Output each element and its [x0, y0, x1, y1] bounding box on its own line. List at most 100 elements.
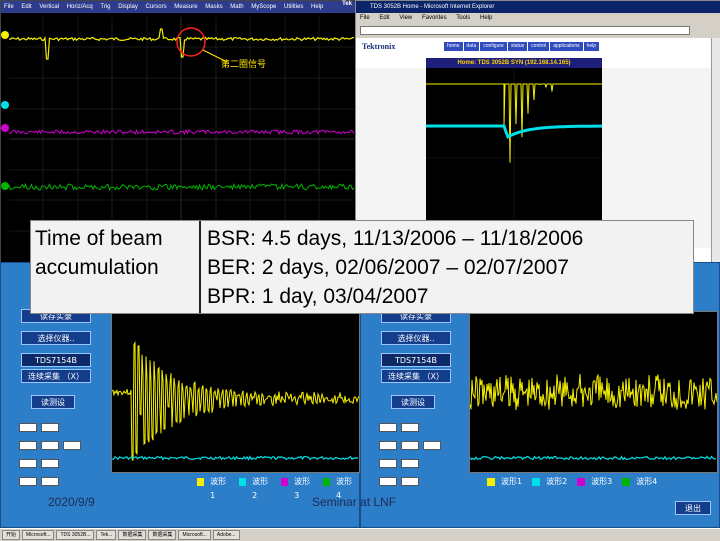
- daq-right-measure-button[interactable]: 读测设: [391, 395, 435, 409]
- daq-right-legend-wave3[interactable]: 波形3: [587, 475, 616, 489]
- taskbar-start-button[interactable]: 开始: [2, 530, 21, 540]
- slide-footer-text: Seminar at LNF: [312, 495, 397, 509]
- browser-title-bar: TDS 3052B Home - Microsoft Internet Expl…: [356, 1, 720, 13]
- overlay-right-rows: BSR: 4.5 days, 11/13/2006 – 11/18/2006 B…: [207, 224, 583, 311]
- daq-left-select-instrument-button[interactable]: 选择仪器..: [21, 331, 91, 345]
- daq-right-instrument-label: TDS7154B: [381, 353, 451, 367]
- ch1-marker-icon[interactable]: [1, 31, 9, 39]
- legend-swatch-icon: [281, 478, 289, 486]
- scope-menu-edit[interactable]: Edit: [21, 4, 31, 10]
- daq-left-legend: 波形1 波形2 波形3 波形4: [191, 475, 359, 500]
- scope-menu-display[interactable]: Display: [118, 4, 138, 10]
- slide-footer-date: 2020/9/9: [48, 495, 95, 509]
- scope-menu-cursors[interactable]: Cursors: [146, 4, 167, 10]
- legend-swatch-icon: [622, 478, 631, 486]
- ch3-marker-icon[interactable]: [1, 124, 9, 132]
- scope-menu-math[interactable]: Math: [230, 4, 243, 10]
- browser-address-field[interactable]: [360, 26, 690, 35]
- taskbar-item[interactable]: 数据采集: [118, 530, 147, 540]
- daq-left-cfg-row[interactable]: [19, 423, 59, 432]
- beam-accumulation-box: Time of beam accumulation BSR: 4.5 days,…: [30, 220, 694, 314]
- scope-menu-masks[interactable]: Masks: [205, 4, 222, 10]
- taskbar-item[interactable]: Adobe...: [212, 530, 240, 540]
- browser-menu-edit[interactable]: Edit: [379, 15, 389, 21]
- ch3-magenta-trace: [9, 128, 354, 136]
- browser-scrollbar[interactable]: [711, 38, 720, 263]
- legend-swatch-icon: [577, 478, 586, 486]
- tek-nav-status[interactable]: status: [507, 42, 528, 51]
- scope-menu-utilities[interactable]: Utilities: [284, 4, 303, 10]
- daq-right-legend: 波形1 波形2 波形3 波形4: [481, 475, 661, 489]
- daq-right-cfg-row[interactable]: [379, 441, 441, 450]
- tek-nav-applications[interactable]: applications: [550, 42, 583, 51]
- taskbar-item[interactable]: Microsoft...: [22, 530, 55, 540]
- daq-right-yellow-trace: [470, 373, 717, 410]
- taskbar-item[interactable]: TDS 3052B...: [56, 530, 95, 540]
- overlay-left-label: Time of beam accumulation: [35, 224, 163, 282]
- daq-right-select-instrument-button[interactable]: 选择仪器..: [381, 331, 451, 345]
- overlay-divider: [199, 221, 201, 313]
- scope-menu-trig[interactable]: Trig: [100, 4, 110, 10]
- tek-nav-configure[interactable]: configure: [480, 42, 507, 51]
- daq-left-yellow-trace: [112, 341, 359, 461]
- browser-menu-favorites[interactable]: Favorites: [422, 15, 447, 21]
- ch4-green-trace: [9, 182, 354, 192]
- ch1-yellow-trace: [9, 28, 354, 60]
- tek-home-banner: Home: TDS 3052B SYN (192.168.14.165): [426, 58, 602, 68]
- daq-right-cfg-row[interactable]: [379, 477, 419, 486]
- browser-menu-file[interactable]: File: [360, 15, 370, 21]
- daq-right-legend-wave1[interactable]: 波形1: [497, 475, 526, 489]
- taskbar-item[interactable]: Microsoft...: [178, 530, 211, 540]
- legend-swatch-icon: [197, 478, 205, 486]
- legend-swatch-icon: [323, 478, 331, 486]
- browser-menu-tools[interactable]: Tools: [456, 15, 470, 21]
- daq-right-legend-wave2[interactable]: 波形2: [542, 475, 571, 489]
- tek-nav-data[interactable]: data: [463, 42, 480, 51]
- daq-left-legend-wave3[interactable]: 波形3: [290, 475, 317, 500]
- browser-menu-bar: File Edit View Favorites Tools Help: [356, 13, 720, 23]
- daq-right-legend-wave4[interactable]: 波形4: [632, 475, 661, 489]
- legend-swatch-icon: [239, 478, 247, 486]
- daq-right-continuous-button[interactable]: 连续采集 （X）: [381, 369, 451, 383]
- tek-nav-home[interactable]: home: [444, 42, 463, 51]
- daq-right-cyan-trace: [470, 455, 717, 461]
- overlay-row-ber: BER: 2 days, 02/06/2007 – 02/07/2007: [207, 256, 569, 279]
- daq-right-waveform-plot: [469, 311, 718, 473]
- overlay-row-bsr: BSR: 4.5 days, 11/13/2006 – 11/18/2006: [207, 227, 584, 250]
- scope-menu-measure[interactable]: Measure: [174, 4, 197, 10]
- daq-right-exit-button[interactable]: 退出: [675, 501, 711, 515]
- browser-menu-view[interactable]: View: [399, 15, 412, 21]
- browser-menu-help[interactable]: Help: [480, 15, 492, 21]
- tek-nav-help[interactable]: help: [583, 42, 600, 51]
- daq-left-legend-wave4[interactable]: 波形4: [332, 475, 359, 500]
- daq-right-cfg-row[interactable]: [379, 459, 419, 468]
- daq-left-legend-wave2[interactable]: 波形2: [248, 475, 275, 500]
- ch2-marker-icon[interactable]: [1, 101, 9, 109]
- daq-left-cfg-row[interactable]: [19, 477, 59, 486]
- daq-left-measure-button[interactable]: 读测设: [31, 395, 75, 409]
- windows-taskbar: 开始 Microsoft... TDS 3052B... Tek... 数据采集…: [0, 528, 720, 541]
- scope-menu-horiz[interactable]: Horiz/Acq: [67, 4, 93, 10]
- daq-right-cfg-row[interactable]: [379, 423, 419, 432]
- daq-left-cfg-row[interactable]: [19, 459, 59, 468]
- taskbar-item[interactable]: 数据采集: [148, 530, 177, 540]
- scope-menu-help[interactable]: Help: [311, 4, 323, 10]
- daq-left-legend-wave1[interactable]: 波形1: [206, 475, 233, 500]
- overlay-left-line2: accumulation: [35, 256, 159, 279]
- daq-left-cyan-trace: [112, 455, 359, 461]
- tek-nav-control[interactable]: control: [528, 42, 550, 51]
- taskbar-item[interactable]: Tek...: [96, 530, 117, 540]
- scope-menu-myscope[interactable]: MyScope: [251, 4, 276, 10]
- scope-brand-logo: Tek: [342, 1, 352, 7]
- daq-left-cfg-row[interactable]: [19, 441, 81, 450]
- legend-swatch-icon: [487, 478, 495, 486]
- scope-menu-vertical[interactable]: Vertical: [39, 4, 59, 10]
- legend-swatch-icon: [532, 478, 541, 486]
- tek-nav-bar: home data configure status control appli…: [444, 42, 600, 51]
- overlay-row-bpr: BPR: 1 day, 03/04/2007: [207, 285, 429, 308]
- tektronix-logo: Tektronix: [362, 42, 396, 51]
- ch4-marker-icon[interactable]: [1, 182, 9, 190]
- scope-menu-file[interactable]: File: [4, 4, 14, 10]
- daq-left-continuous-button[interactable]: 连续采集 （X）: [21, 369, 91, 383]
- scope-annotation-label: 第二圈信号: [221, 60, 267, 70]
